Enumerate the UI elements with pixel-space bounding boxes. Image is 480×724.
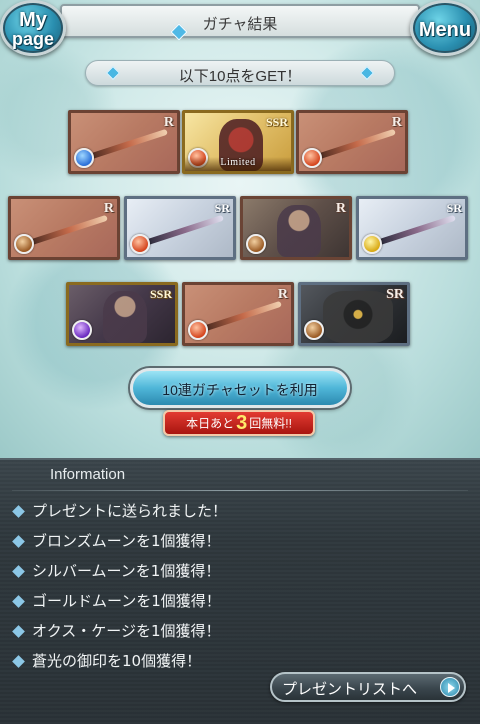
info-message: ブロンズムーンを1個獲得！	[12, 528, 468, 558]
limited-tag: Limited	[185, 157, 291, 171]
rarity-badge: SR	[386, 287, 404, 302]
header-bar: ガチャ結果	[60, 4, 420, 38]
weapon-icon	[30, 214, 108, 246]
gacha-button-label: 10連ガチャセットを利用	[162, 382, 318, 398]
item-card-5[interactable]: SR	[124, 196, 236, 260]
diamond-bullet-icon	[12, 565, 25, 578]
info-message-text: 蒼光の御印を10個獲得！	[32, 652, 202, 670]
weapon-icon	[90, 128, 168, 160]
info-message-text: シルバームーンを1個獲得！	[32, 562, 221, 580]
free-count: 3	[236, 412, 248, 434]
character-portrait-icon	[277, 205, 321, 257]
info-message: プレゼントに送られました！	[12, 498, 468, 528]
information-title: Information	[50, 466, 126, 483]
present-list-button[interactable]: プレゼントリストへ	[270, 672, 466, 702]
info-message-text: オクス・ケージを1個獲得！	[32, 622, 221, 640]
item-card-6[interactable]: R	[240, 196, 352, 260]
gacha-result-panel: ガチャ結果 My page Menu 以下10点をGET！ R SSR Limi…	[0, 0, 480, 458]
page-title: ガチャ結果	[202, 16, 278, 33]
item-card-7[interactable]: SR	[356, 196, 468, 260]
item-card-2[interactable]: SSR Limited	[182, 110, 294, 174]
diamond-bullet-icon	[12, 535, 25, 548]
fire-element-icon	[302, 148, 322, 168]
weapon-icon	[204, 300, 282, 332]
rarity-badge: R	[277, 287, 288, 302]
diamond-bullet-icon	[12, 505, 25, 518]
summon-portrait-icon	[323, 291, 393, 343]
mypage-label-line2: page	[11, 29, 54, 49]
weapon-icon	[378, 214, 456, 246]
information-list: プレゼントに送られました！ ブロンズムーンを1個獲得！ シルバームーンを1個獲得…	[12, 498, 468, 678]
info-message: シルバームーンを1個獲得！	[12, 558, 468, 588]
menu-button[interactable]: Menu	[410, 0, 480, 56]
present-list-label: プレゼントリストへ	[282, 680, 418, 698]
mypage-label-line1: My	[19, 9, 47, 31]
free-prefix: 本日あと	[186, 416, 235, 431]
info-message-text: プレゼントに送られました！	[32, 502, 228, 520]
information-panel: Information プレゼントに送られました！ ブロンズムーンを1個獲得！ …	[0, 458, 480, 724]
rarity-badge: SSR	[265, 115, 288, 129]
fire-element-icon	[188, 320, 208, 340]
rarity-badge: R	[391, 115, 402, 130]
divider	[12, 490, 468, 491]
rarity-badge: R	[163, 115, 174, 130]
free-draws-badge: 本日あと 3 回無料!!	[163, 410, 315, 436]
item-card-1[interactable]: R	[68, 110, 180, 174]
earth-element-icon	[14, 234, 34, 254]
rarity-badge: SR	[446, 201, 462, 215]
info-message-text: ゴールドムーンを1個獲得！	[32, 592, 221, 610]
diamond-bullet-icon	[12, 595, 25, 608]
result-banner-text: 以下10点をGET！	[178, 68, 302, 85]
rarity-badge: SSR	[149, 287, 172, 301]
item-card-8[interactable]: SSR	[66, 282, 178, 346]
item-card-3[interactable]: R	[296, 110, 408, 174]
dark-element-icon	[72, 320, 92, 340]
rarity-badge: R	[103, 201, 114, 216]
weapon-icon	[318, 128, 396, 160]
fire-element-icon	[130, 234, 150, 254]
earth-element-icon	[304, 320, 324, 340]
result-banner: 以下10点をGET！	[85, 60, 395, 86]
info-message: オクス・ケージを1個獲得！	[12, 618, 468, 648]
play-arrow-icon	[440, 677, 460, 697]
mypage-button[interactable]: My page	[0, 0, 66, 56]
rarity-badge: R	[335, 201, 346, 216]
ten-draw-gacha-button[interactable]: 10連ガチャセットを利用	[130, 368, 350, 408]
item-card-10[interactable]: SR	[298, 282, 410, 346]
menu-label: Menu	[418, 19, 472, 41]
rarity-badge: SR	[214, 201, 230, 215]
character-portrait-icon	[103, 291, 147, 343]
earth-element-icon	[246, 234, 266, 254]
item-card-9[interactable]: R	[182, 282, 294, 346]
weapon-icon	[146, 214, 224, 246]
free-suffix: 回無料!!	[249, 416, 292, 431]
diamond-bullet-icon	[12, 625, 25, 638]
info-message: ゴールドムーンを1個獲得！	[12, 588, 468, 618]
item-card-4[interactable]: R	[8, 196, 120, 260]
light-element-icon	[362, 234, 382, 254]
diamond-bullet-icon	[12, 655, 25, 668]
water-element-icon	[74, 148, 94, 168]
info-message-text: ブロンズムーンを1個獲得！	[32, 532, 221, 550]
